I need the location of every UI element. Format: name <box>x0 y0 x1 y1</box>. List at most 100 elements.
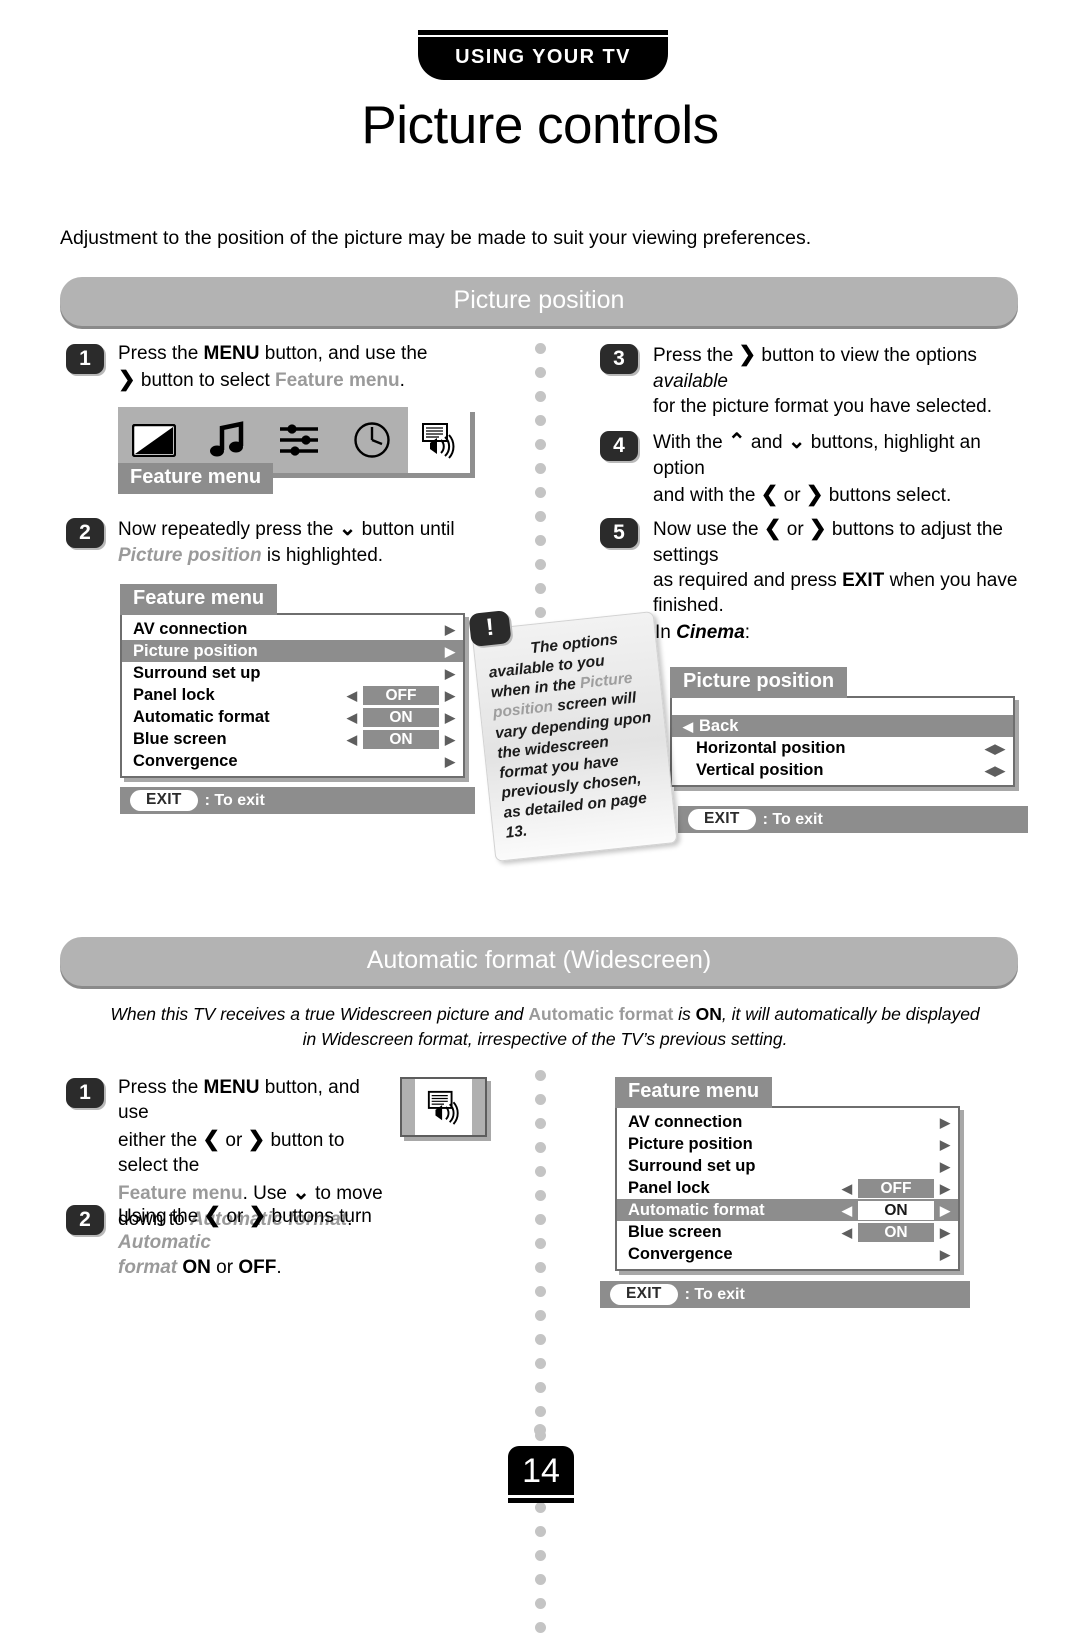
step2-picture-position: Picture position <box>118 544 262 566</box>
menu-row-av-connection[interactable]: AV connection ▶ <box>617 1111 958 1133</box>
chevron-left-icon[interactable]: ◀ <box>985 742 995 755</box>
exit-bar-text: : To exit <box>762 810 823 828</box>
menu-row-automatic-format[interactable]: Automatic format ◀ ON ▶ <box>617 1199 958 1221</box>
step5-l1b: or <box>781 519 809 540</box>
chevron-left-icon[interactable]: ◀ <box>347 733 357 746</box>
step4-l2a: and with the <box>653 485 761 507</box>
chevron-left-icon[interactable]: ◀ <box>985 764 995 777</box>
row-label: Surround set up <box>133 663 261 682</box>
left-arrow-icon: ❮ <box>202 1127 221 1151</box>
chevron-right-icon[interactable]: ▶ <box>995 764 1005 777</box>
osd-title: Feature menu <box>615 1077 773 1108</box>
chevron-left-icon[interactable]: ◀ <box>347 711 357 724</box>
step-2-text: Now repeatedly press the ⌄ button until … <box>118 515 518 568</box>
step1-l2a: button to select <box>135 370 276 392</box>
left-arrow-icon: ❮ <box>203 1204 222 1227</box>
step1-menu-key: MENU <box>203 343 260 364</box>
chevron-right-icon[interactable]: ▶ <box>995 742 1005 755</box>
desc-on: ON <box>695 1004 722 1024</box>
as2-format: format <box>118 1257 178 1279</box>
step-badge-4: 4 <box>600 431 638 461</box>
chevron-left-icon[interactable]: ◀ <box>842 1182 852 1195</box>
menu-row-horizontal-position[interactable]: Horizontal position ◀ ▶ <box>672 737 1013 759</box>
right-arrow-icon: ❯ <box>808 517 827 540</box>
menu-row-picture-position[interactable]: Picture position ▶ <box>122 640 463 662</box>
right-arrow-icon: ❯ <box>248 1204 267 1227</box>
as1-l3b: . Use <box>242 1182 293 1204</box>
feature-screen-speaker-icon[interactable] <box>408 407 470 473</box>
step1-l2c: . <box>399 370 405 392</box>
menu-row-surround-set-up[interactable]: Surround set up ▶ <box>122 662 463 684</box>
chevron-left-icon: ◀ <box>683 718 693 734</box>
as2-or: or <box>210 1257 239 1279</box>
as1-l1a: Press the <box>118 1077 204 1098</box>
callout-note: The options available to you when in the… <box>471 611 678 863</box>
row-value: ON <box>858 1200 934 1220</box>
chevron-right-icon: ▶ <box>445 665 455 681</box>
right-arrow-icon: ❯ <box>118 368 136 392</box>
right-arrow-icon: ❯ <box>738 343 757 366</box>
step5-l1a: Now use the <box>653 519 764 540</box>
step-badge-1: 1 <box>66 344 104 374</box>
step-1-text: Press the MENU button, and use the ❯ but… <box>118 341 518 394</box>
chevron-right-icon: ▶ <box>445 621 455 637</box>
automatic-format-description: When this TV receives a true Widescreen … <box>110 1002 980 1053</box>
menu-row-blue-screen[interactable]: Blue screen ◀ ON ▶ <box>122 728 463 750</box>
menu-row-panel-lock[interactable]: Panel lock ◀ OFF ▶ <box>617 1177 958 1199</box>
right-arrow-icon: ❯ <box>805 483 824 507</box>
menu-row-back[interactable]: ◀ Back <box>672 715 1013 737</box>
step3-l1b: button to view the options <box>756 345 977 366</box>
step3-available: available <box>653 370 728 392</box>
menu-row-blue-screen[interactable]: Blue screen ◀ ON ▶ <box>617 1221 958 1243</box>
as1-l2b: or <box>220 1129 248 1151</box>
exit-key-button[interactable]: EXIT <box>130 790 198 811</box>
row-label: Horizontal position <box>696 738 846 757</box>
exit-bar-picture-position: EXIT : To exit <box>678 806 1028 833</box>
exit-key-button[interactable]: EXIT <box>688 809 756 830</box>
as2-l1c: buttons turn <box>266 1206 372 1227</box>
menu-row-picture-position[interactable]: Picture position ▶ <box>617 1133 958 1155</box>
chevron-right-icon[interactable]: ▶ <box>940 1182 950 1195</box>
cinema-word: Cinema <box>676 622 745 643</box>
cinema-prefix: In <box>655 622 677 643</box>
sliders-icon[interactable] <box>263 407 336 473</box>
menu-row-av-connection[interactable]: AV connection ▶ <box>122 618 463 640</box>
feature-menu-osd-lower: Feature menu AV connection ▶ Picture pos… <box>615 1077 960 1271</box>
clock-icon[interactable] <box>336 407 409 473</box>
desc-3: , it will automatically be displayed <box>721 1004 980 1024</box>
chevron-right-icon[interactable]: ▶ <box>445 689 455 702</box>
as2-l1a: Using the <box>118 1206 204 1227</box>
row-value: OFF <box>363 685 439 705</box>
menu-row-convergence[interactable]: Convergence ▶ <box>122 750 463 772</box>
page-number: 14 <box>508 1446 574 1495</box>
chevron-left-icon[interactable]: ◀ <box>842 1204 852 1217</box>
chevron-right-icon[interactable]: ▶ <box>940 1226 950 1239</box>
menu-row-convergence[interactable]: Convergence ▶ <box>617 1243 958 1265</box>
row-label: Automatic format <box>133 707 270 726</box>
chevron-left-icon[interactable]: ◀ <box>347 689 357 702</box>
section-header-picture-position: Picture position <box>60 277 1018 326</box>
menu-row-vertical-position[interactable]: Vertical position ◀ ▶ <box>672 759 1013 781</box>
chevron-left-icon[interactable]: ◀ <box>842 1226 852 1239</box>
menu-row-automatic-format[interactable]: Automatic format ◀ ON ▶ <box>122 706 463 728</box>
row-label: AV connection <box>628 1112 743 1131</box>
menu-row-panel-lock[interactable]: Panel lock ◀ OFF ▶ <box>122 684 463 706</box>
chevron-right-icon: ▶ <box>940 1136 950 1152</box>
exit-bar-text: : To exit <box>204 791 265 809</box>
step1-feature-menu: Feature menu <box>275 370 400 392</box>
chevron-right-icon[interactable]: ▶ <box>940 1204 950 1217</box>
chevron-right-icon[interactable]: ▶ <box>445 711 455 724</box>
auto-step-2-text: Using the ❮ or ❯ buttons turn Automatic … <box>118 1202 448 1280</box>
as2-l1b: or <box>221 1206 249 1227</box>
step5-l2c: when you have <box>884 570 1018 592</box>
row-label: Surround set up <box>628 1156 756 1175</box>
chevron-right-icon[interactable]: ▶ <box>445 733 455 746</box>
iconbar-feature-menu-tab: Feature menu <box>118 463 274 494</box>
auto-step-badge-1: 1 <box>66 1078 104 1108</box>
as1-l3c: to move <box>309 1182 383 1204</box>
as1-l2a: either the <box>118 1129 203 1151</box>
exit-key-button[interactable]: EXIT <box>610 1284 678 1305</box>
menu-row-surround-set-up[interactable]: Surround set up ▶ <box>617 1155 958 1177</box>
step1-l1a: Press the <box>118 343 204 364</box>
row-label: Panel lock <box>628 1178 710 1197</box>
